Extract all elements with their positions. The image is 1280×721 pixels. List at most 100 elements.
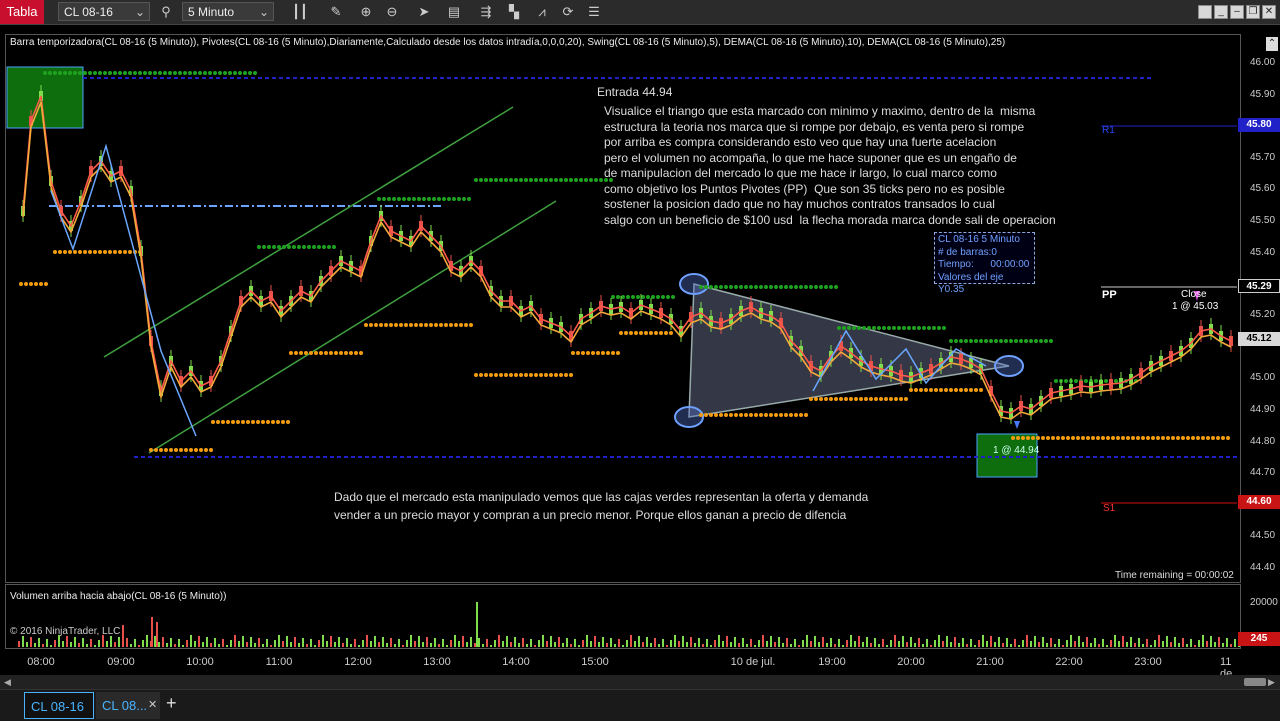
pivot-dot-orange [484, 373, 488, 377]
strategies-icon[interactable]: ⇶ [476, 2, 496, 22]
scroll-thumb[interactable] [1244, 678, 1266, 686]
volume-bar [630, 635, 632, 647]
pivot-dot-orange [128, 250, 132, 254]
pivot-dot-orange [189, 448, 193, 452]
bar-style-icon[interactable]: ┃┃ [290, 2, 310, 22]
volume-bar [210, 643, 212, 647]
pivot-dot-green [641, 295, 645, 299]
pivot-dot-green [902, 326, 906, 330]
pivot-dot-orange [591, 351, 595, 355]
pivot-dot-green [954, 339, 958, 343]
pivot-dot-orange [539, 373, 543, 377]
pivot-dot-green [143, 71, 147, 75]
window-minimize-button[interactable]: ‒ [1230, 5, 1244, 19]
volume-bar [822, 637, 824, 647]
pivot-dot-orange [664, 331, 668, 335]
drawing-tools-icon[interactable]: ⩘ [532, 2, 552, 22]
volume-bar [654, 638, 656, 647]
pivot-dot-green [322, 245, 326, 249]
horizontal-scrollbar[interactable]: ◀ ▶ [0, 675, 1280, 689]
interval-selector[interactable]: 5 Minuto ⌄ [182, 2, 274, 21]
pivot-dot-green [789, 285, 793, 289]
pivot-dot-green [529, 178, 533, 182]
pivot-dot-orange [1076, 436, 1080, 440]
pivot-dot-green [1049, 339, 1053, 343]
pointer-icon[interactable]: ➤ [414, 2, 434, 22]
pivot-dot-green [183, 71, 187, 75]
volume-bar [930, 645, 932, 647]
pivot-dot-green [729, 285, 733, 289]
pivot-dot-orange [854, 397, 858, 401]
volume-bar [530, 639, 532, 647]
chevron-up-icon[interactable]: ⌃ [1266, 37, 1278, 51]
volume-bar [690, 637, 692, 647]
volume-bar [1182, 638, 1184, 647]
pivot-dot-orange [939, 388, 943, 392]
pivot-dot-orange [596, 351, 600, 355]
menu-icon[interactable]: ☰ [584, 2, 604, 22]
pivot-dot-orange [211, 420, 215, 424]
pivot-dot-green [63, 71, 67, 75]
time-axis[interactable]: 08:00 09:00 10:00 11:00 12:00 13:00 14:0… [5, 650, 1241, 692]
zoom-out-icon[interactable]: ⊖ [382, 2, 402, 22]
pivot-dot-orange [256, 420, 260, 424]
volume-bar [86, 644, 88, 647]
pivot-dot-orange [409, 323, 413, 327]
y-tick: 45.60 [1250, 183, 1276, 194]
volume-bar [1174, 637, 1176, 647]
pivot-dot-green [489, 178, 493, 182]
volume-bar [862, 642, 864, 647]
pivot-dot-green [188, 71, 192, 75]
volume-bar [1038, 642, 1040, 647]
info-line: Valores del eje Y0.35 [938, 271, 1004, 296]
s1-label: S1 [1103, 503, 1116, 514]
volume-bar [174, 644, 176, 647]
volume-bar [206, 637, 208, 647]
volume-bar [1014, 639, 1016, 647]
volume-bar [678, 641, 680, 647]
x-tick: 12:00 [344, 656, 372, 668]
volume-bar [1122, 636, 1124, 647]
pivot-dot-orange [1196, 436, 1200, 440]
volume-bar [1186, 644, 1188, 647]
scroll-right-icon[interactable]: ▶ [1268, 677, 1275, 688]
pivot-dot-orange [704, 413, 708, 417]
pivot-dot-green [168, 71, 172, 75]
volume-bar [1058, 639, 1060, 647]
pivot-dot-green [467, 197, 471, 201]
pivot-dot-orange [1016, 436, 1020, 440]
volume-bar [818, 642, 820, 647]
tab-cl-08-16-active[interactable]: CL 08-16 [24, 692, 94, 719]
window-tile-button[interactable] [1198, 5, 1212, 19]
search-icon[interactable]: ⚲ [156, 2, 176, 22]
pivot-dot-green [1064, 379, 1068, 383]
add-tab-icon[interactable]: + [166, 693, 177, 714]
pencil-icon[interactable]: ✎ [326, 2, 346, 22]
window-restore-button[interactable]: ❐ [1246, 5, 1260, 19]
pivot-dot-green [974, 339, 978, 343]
indicators-icon[interactable]: ▚ [504, 2, 524, 22]
close-tab-icon[interactable]: ✕ [148, 698, 157, 711]
pivot-dot-orange [419, 323, 423, 327]
instrument-selector[interactable]: CL 08-16 ⌄ [58, 2, 150, 21]
volume-bar [470, 637, 472, 647]
pivot-dot-green [412, 197, 416, 201]
pivot-dot-orange [586, 351, 590, 355]
pivot-dot-green [73, 71, 77, 75]
pivot-dot-green [834, 285, 838, 289]
interval-value: 5 Minuto [188, 5, 235, 19]
window-close-button[interactable]: ✕ [1262, 5, 1276, 19]
pivot-dot-green [949, 339, 953, 343]
scroll-left-icon[interactable]: ◀ [4, 677, 11, 688]
pivot-dot-orange [719, 413, 723, 417]
volume-bar [938, 635, 940, 647]
reload-icon[interactable]: ⟳ [558, 2, 578, 22]
chart-toolbar: Tabla CL 08-16 ⌄ ⚲ 5 Minuto ⌄ ┃┃ ✎ ⊕ ⊖ ➤… [0, 0, 1280, 25]
properties-icon[interactable]: ▤ [444, 2, 464, 22]
tabla-button[interactable]: Tabla [0, 0, 44, 24]
pivot-dot-green [984, 339, 988, 343]
window-minimize-button[interactable]: _ [1214, 5, 1228, 19]
pivot-dot-green [719, 285, 723, 289]
zoom-in-icon[interactable]: ⊕ [356, 2, 376, 22]
triangle-vertex-marker [674, 406, 704, 428]
